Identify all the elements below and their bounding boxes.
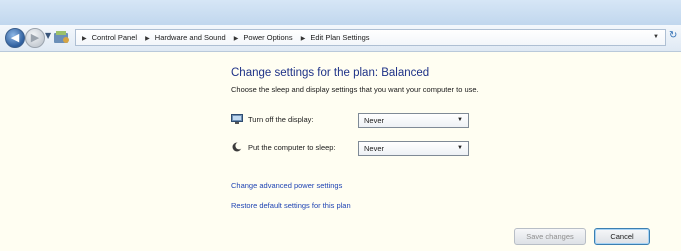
breadcrumb-hardware-and-sound[interactable]: Hardware and Sound — [155, 33, 226, 42]
content-pane — [0, 52, 681, 251]
control-panel-icon — [54, 31, 69, 43]
forward-arrow-icon: ▶ — [30, 31, 40, 44]
sleep-timeout-select[interactable]: Never ▼ — [358, 141, 469, 156]
breadcrumb-chevron-icon: ▶ — [233, 36, 239, 42]
breadcrumb-edit-plan-settings[interactable]: Edit Plan Settings — [310, 33, 369, 42]
page-subtitle: Choose the sleep and display settings th… — [231, 85, 479, 94]
breadcrumb-chevron-icon: ▶ — [145, 36, 150, 42]
forward-button[interactable]: ▶ — [25, 28, 45, 48]
display-timeout-select[interactable]: Never ▼ — [358, 113, 469, 128]
sleep-timeout-value: Never — [364, 144, 385, 153]
display-timeout-value: Never — [364, 116, 385, 125]
save-changes-button[interactable]: Save changes — [514, 228, 586, 245]
restore-defaults-link[interactable]: Restore default settings for this plan — [231, 201, 351, 210]
back-button[interactable]: ◀ — [5, 28, 25, 48]
navigation-bar: ◀ ▶ ▼ ▶ Control Panel ▶ Hardware and Sound… — [0, 25, 681, 52]
breadcrumb-chevron-icon: ▶ — [82, 36, 87, 42]
back-arrow-icon: ◀ — [10, 31, 20, 44]
advanced-power-settings-link[interactable]: Change advanced power settings — [231, 181, 342, 190]
breadcrumb-control-panel[interactable]: Control Panel — [92, 33, 137, 42]
window-title-strip — [0, 0, 681, 25]
sleep-timeout-label: Put the computer to sleep: — [248, 143, 336, 152]
display-icon — [231, 114, 243, 124]
address-history-dropdown-icon[interactable]: ▼ — [653, 30, 659, 45]
chevron-down-icon: ▼ — [457, 145, 463, 151]
page-title: Change settings for the plan: Balanced — [231, 67, 430, 79]
chevron-down-icon: ▼ — [457, 117, 463, 123]
refresh-icon[interactable]: ↻ — [669, 30, 677, 41]
display-timeout-label: Turn off the display: — [248, 115, 314, 124]
recent-pages-dropdown[interactable]: ▼ — [45, 31, 51, 40]
breadcrumb-power-options[interactable]: Power Options — [243, 33, 292, 42]
address-bar[interactable]: ▶ Control Panel ▶ Hardware and Sound ▶ Powe… — [75, 29, 666, 46]
cancel-button[interactable]: Cancel — [594, 228, 650, 245]
moon-icon — [232, 142, 243, 152]
breadcrumb-chevron-icon: ▶ — [300, 36, 306, 42]
